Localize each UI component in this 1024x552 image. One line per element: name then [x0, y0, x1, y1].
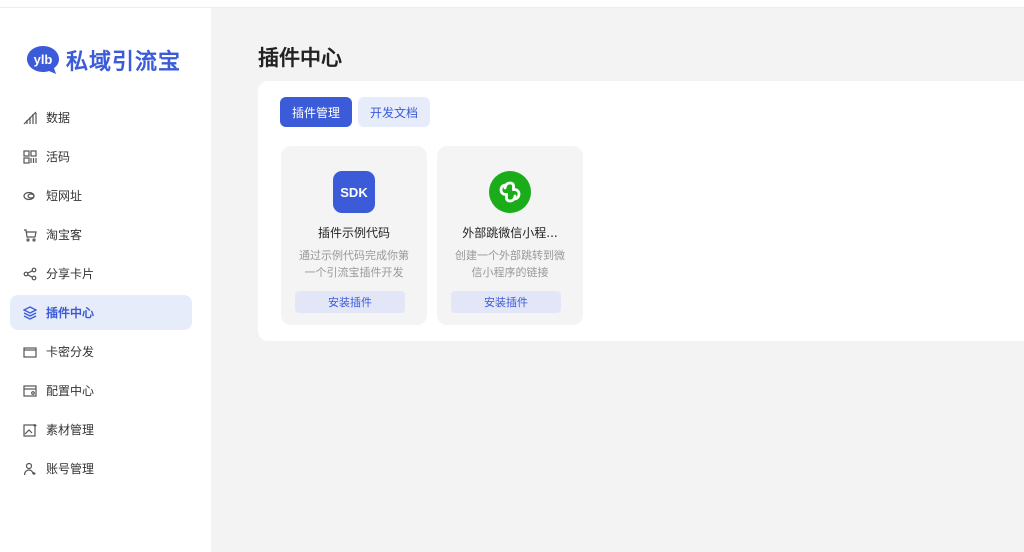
card-icon — [22, 344, 38, 360]
sidebar-item-taobaoke[interactable]: 淘宝客 — [10, 217, 192, 252]
tab-dev-docs[interactable]: 开发文档 — [358, 97, 431, 127]
config-icon — [22, 383, 38, 399]
plugin-description-line: 一个引流宝插件开发 — [304, 266, 404, 279]
sidebar-item-account[interactable]: 账号管理 — [10, 451, 192, 486]
page-title: 插件中心 — [258, 46, 342, 70]
sidebar-item-short-url[interactable]: 短网址 — [10, 178, 192, 213]
sidebar-item-label: 插件中心 — [46, 306, 95, 320]
sidebar-nav: 数据 活码 短网址 淘宝客 分享卡片 插件中心 卡密分发 配置中心 素材管理 账… — [10, 100, 192, 490]
sidebar-item-plugin-center[interactable]: 插件中心 — [10, 295, 192, 330]
brand-badge-icon: ylb — [26, 45, 60, 75]
sidebar-item-material[interactable]: 素材管理 — [10, 412, 192, 447]
install-plugin-button[interactable]: 安装插件 — [295, 291, 405, 313]
chart-bars-icon — [22, 110, 38, 126]
sidebar-item-label: 卡密分发 — [46, 345, 95, 359]
sidebar-item-live-code[interactable]: 活码 — [10, 139, 192, 174]
link-icon — [22, 188, 38, 204]
plugin-description: 创建一个外部跳转到微 信小程序的链接 — [451, 247, 569, 281]
sidebar-item-config-center[interactable]: 配置中心 — [10, 373, 192, 408]
miniprogram-icon — [489, 171, 531, 213]
sidebar-item-label: 配置中心 — [46, 384, 95, 398]
share-icon — [22, 266, 38, 282]
sdk-icon: SDK — [333, 171, 375, 213]
sidebar-item-label: 活码 — [46, 150, 71, 164]
sidebar-item-label: 数据 — [46, 111, 71, 125]
sidebar-item-label: 淘宝客 — [46, 228, 83, 242]
plugin-card-sdk[interactable]: SDK 插件示例代码 通过示例代码完成你第 一个引流宝插件开发 安装插件 — [281, 146, 427, 325]
sidebar-item-data[interactable]: 数据 — [10, 100, 192, 135]
sidebar: ylb 私域引流宝 数据 活码 短网址 淘宝客 分享卡片 插件中心 卡密分发 配… — [0, 8, 211, 552]
sidebar-item-label: 分享卡片 — [46, 267, 95, 281]
sidebar-item-label: 短网址 — [46, 189, 83, 203]
plugin-description-line: 创建一个外部跳转到微 — [455, 249, 565, 262]
plugin-description: 通过示例代码完成你第 一个引流宝插件开发 — [295, 247, 413, 281]
image-icon — [22, 422, 38, 438]
sidebar-item-share-card[interactable]: 分享卡片 — [10, 256, 192, 291]
sidebar-item-label: 账号管理 — [46, 462, 95, 476]
layers-icon — [22, 305, 38, 321]
tab-plugin-management[interactable]: 插件管理 — [280, 97, 353, 127]
plugin-description-line: 通过示例代码完成你第 — [299, 249, 409, 262]
plugin-panel: 插件管理 开发文档 SDK 插件示例代码 通过示例代码完成你第 一个引流宝插件开… — [258, 81, 1024, 341]
brand-logo[interactable]: ylb 私域引流宝 — [26, 43, 181, 77]
tab-bar: 插件管理 开发文档 — [280, 97, 436, 127]
brand-badge-text: ylb — [34, 52, 53, 67]
plugin-name: 外部跳微信小程... — [462, 226, 558, 240]
sidebar-item-card-key[interactable]: 卡密分发 — [10, 334, 192, 369]
sidebar-item-label: 素材管理 — [46, 423, 95, 437]
qr-grid-icon — [22, 149, 38, 165]
sdk-icon-text: SDK — [340, 185, 368, 200]
cart-icon — [22, 227, 38, 243]
user-add-icon — [22, 461, 38, 477]
plugin-description-line: 信小程序的链接 — [471, 266, 549, 279]
brand-name: 私域引流宝 — [66, 49, 182, 75]
plugin-card-miniprogram[interactable]: 外部跳微信小程... 创建一个外部跳转到微 信小程序的链接 安装插件 — [437, 146, 583, 325]
top-bar — [0, 0, 1024, 8]
plugin-name: 插件示例代码 — [317, 226, 390, 240]
install-plugin-button[interactable]: 安装插件 — [451, 291, 561, 313]
